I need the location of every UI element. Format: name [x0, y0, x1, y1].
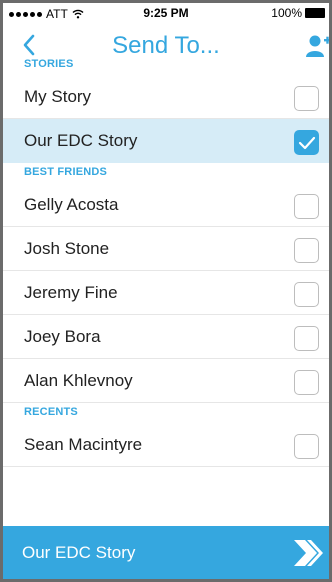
recipient-list: STORIES My Story Our EDC Story BEST FRIE…	[3, 55, 329, 467]
checkbox[interactable]	[294, 238, 319, 263]
list-item-jeremy-fine[interactable]: Jeremy Fine	[3, 271, 329, 315]
battery-percent: 100%	[271, 6, 302, 20]
checkbox[interactable]	[294, 326, 319, 351]
status-right: 100%	[271, 6, 325, 20]
list-item-label: Sean Macintyre	[24, 434, 143, 454]
checkbox[interactable]	[294, 194, 319, 219]
list-item-label: Joey Bora	[24, 326, 101, 346]
list-item-alan-khlevnoy[interactable]: Alan Khlevnoy	[3, 359, 329, 403]
section-header-stories: STORIES	[24, 58, 74, 70]
double-chevron-right-icon	[294, 540, 323, 566]
list-item-josh-stone[interactable]: Josh Stone	[3, 227, 329, 271]
app-frame: ATT 9:25 PM 100% Send To... STORIES My S…	[3, 3, 329, 579]
list-item-label: Josh Stone	[24, 238, 110, 258]
status-bar: ATT 9:25 PM 100%	[3, 3, 329, 23]
section-header-recents: RECENTS	[24, 406, 78, 418]
checkbox[interactable]	[294, 434, 319, 459]
list-item-our-edc-story[interactable]: Our EDC Story	[3, 119, 329, 163]
list-item-my-story[interactable]: My Story	[3, 75, 329, 119]
checkbox[interactable]	[294, 370, 319, 395]
list-item-label: Jeremy Fine	[24, 282, 118, 302]
list-item-label: Gelly Acosta	[24, 194, 119, 214]
list-item-joey-bora[interactable]: Joey Bora	[3, 315, 329, 359]
checkbox[interactable]	[294, 86, 319, 111]
checkbox[interactable]	[294, 282, 319, 307]
section-header-best-friends: BEST FRIENDS	[24, 166, 108, 178]
list-item-sean-macintyre[interactable]: Sean Macintyre	[3, 423, 329, 467]
checkmark-icon	[298, 136, 316, 150]
selected-recipients-label: Our EDC Story	[22, 542, 136, 562]
send-button[interactable]	[291, 536, 325, 570]
list-item-gelly-acosta[interactable]: Gelly Acosta	[3, 183, 329, 227]
list-item-label: My Story	[24, 86, 92, 106]
list-item-label: Alan Khlevnoy	[24, 370, 133, 390]
send-bar[interactable]: Our EDC Story	[3, 526, 329, 579]
list-item-label: Our EDC Story	[24, 130, 138, 150]
checkbox-checked[interactable]	[294, 130, 319, 155]
battery-icon	[305, 8, 325, 18]
